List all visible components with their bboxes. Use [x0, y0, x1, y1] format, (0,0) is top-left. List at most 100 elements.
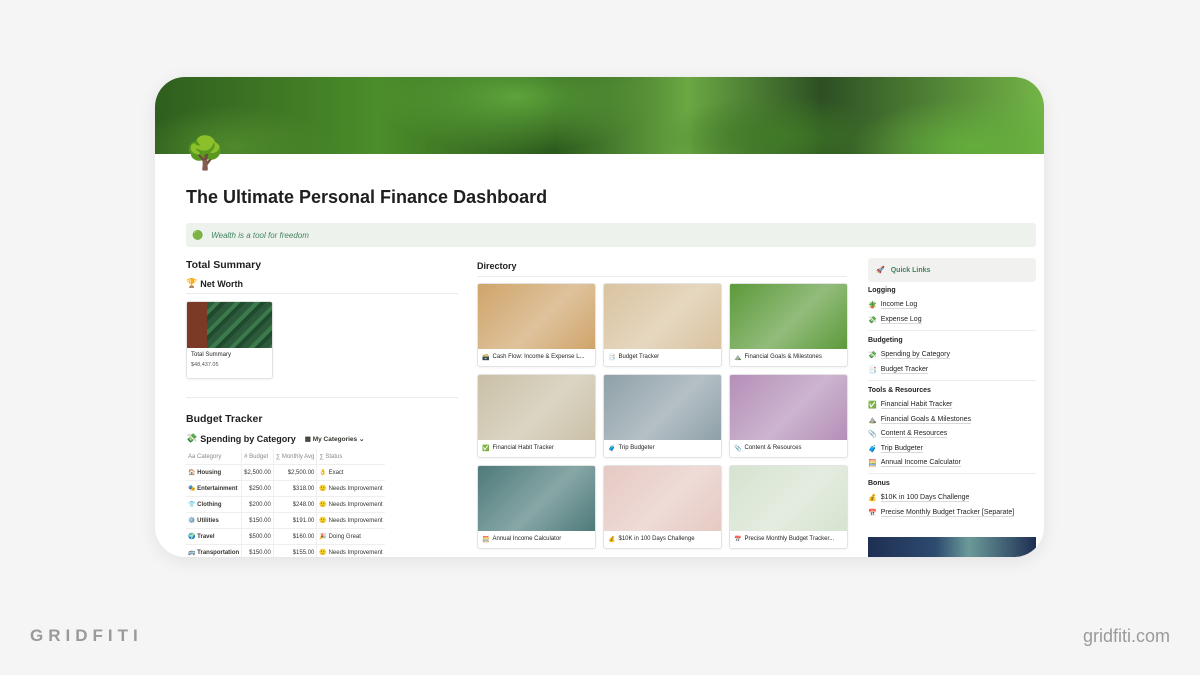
- link-text: Income Log: [880, 301, 918, 309]
- category-name: Transportation: [197, 550, 240, 556]
- link-text: $10K in 100 Days Challenge: [880, 494, 970, 502]
- callout: 🟢 Wealth is a tool for freedom: [186, 223, 1036, 247]
- link-expense-log[interactable]: 💸 Expense Log: [868, 316, 922, 324]
- globe-icon: 🌍: [188, 534, 196, 540]
- link-text: Annual Income Calculator: [880, 459, 961, 467]
- frown-icon: 🙁: [319, 550, 327, 556]
- link-content-resources[interactable]: 📎 Content & Resources: [868, 430, 948, 438]
- directory-heading: Directory: [477, 261, 517, 271]
- directory-card-10k-challenge[interactable]: 💰 $10K in 100 Days Challenge: [603, 465, 722, 549]
- divider: [186, 293, 458, 294]
- gear-icon: ⚙️: [188, 518, 196, 524]
- status-text: Needs Improvement: [328, 502, 383, 508]
- view-selector[interactable]: ▦ My Categories ⌄: [305, 435, 365, 443]
- sidebar-image: [868, 537, 1036, 557]
- group-budgeting: Budgeting: [868, 337, 903, 344]
- link-financial-goals[interactable]: ⛰️ Financial Goals & Milestones: [868, 416, 971, 424]
- column-header-category[interactable]: Aa Category: [186, 449, 242, 465]
- table-icon: ▦: [304, 435, 311, 443]
- card-cover: [604, 375, 721, 440]
- total-summary-card[interactable]: Total Summary $48,437.05: [186, 301, 273, 379]
- green-circle-icon: 🟢: [192, 229, 204, 240]
- quick-links-callout: 🚀 Quick Links: [868, 258, 1036, 282]
- directory-card-monthly-budget[interactable]: 📅 Precise Monthly Budget Tracker...: [729, 465, 848, 549]
- directory-card-cash-flow[interactable]: 🗃️ Cash Flow: Income & Expense L...: [477, 283, 596, 367]
- card-label: 🗃️ Cash Flow: Income & Expense L...: [478, 349, 595, 361]
- directory-card-habit-tracker[interactable]: ✅ Financial Habit Tracker: [477, 374, 596, 458]
- status-cell: 🙁 Needs Improvement: [316, 512, 385, 529]
- link-income-log[interactable]: 🪴 Income Log: [868, 301, 918, 309]
- card-title: Content & Resources: [744, 445, 802, 451]
- link-text: Spending by Category: [880, 351, 950, 359]
- category-cell: ⚙️ Utilities: [186, 512, 242, 529]
- money-bag-icon: 💰: [608, 537, 616, 543]
- money-wings-icon: 💸: [868, 317, 877, 324]
- category-name: Housing: [197, 470, 222, 476]
- link-habit-tracker[interactable]: ✅ Financial Habit Tracker: [868, 401, 953, 409]
- card-cover: [478, 284, 595, 349]
- avg-cell: $2,500.00: [272, 464, 317, 481]
- category-name: Entertainment: [197, 486, 238, 492]
- group-bonus: Bonus: [868, 480, 890, 487]
- column-header-monthly-avg[interactable]: ∑ Monthly Avg: [272, 449, 317, 465]
- divider: [868, 473, 1036, 474]
- directory-card-income-calculator[interactable]: 🧮 Annual Income Calculator: [477, 465, 596, 549]
- table-row[interactable]: 🏠 Housing $2,500.00 $2,500.00 👌 Exact: [186, 464, 385, 481]
- notion-page-card: 🌳 The Ultimate Personal Finance Dashboar…: [155, 77, 1044, 557]
- table-row[interactable]: 🚌 Transportation $150.00 $155.00 🙁 Needs…: [186, 544, 385, 557]
- table-header-row: Aa Category # Budget ∑ Monthly Avg ∑ Sta…: [186, 449, 385, 465]
- category-name: Clothing: [197, 502, 222, 508]
- link-text: Financial Goals & Milestones: [880, 416, 971, 424]
- card-label: 📎 Content & Resources: [730, 440, 847, 452]
- status-cell: 🙁 Needs Improvement: [316, 496, 385, 513]
- status-text: Doing Great: [328, 534, 361, 540]
- link-text: Trip Budgeter: [880, 445, 923, 453]
- table-row[interactable]: 🌍 Travel $500.00 $160.00 🎉 Doing Great: [186, 528, 385, 545]
- card-label: 📅 Precise Monthly Budget Tracker...: [730, 531, 847, 543]
- directory-card-financial-goals[interactable]: ⛰️ Financial Goals & Milestones: [729, 283, 848, 367]
- table-row[interactable]: ⚙️ Utilities $150.00 $191.00 🙁 Needs Imp…: [186, 512, 385, 529]
- paperclip-icon: 📎: [868, 431, 877, 438]
- divider: [868, 330, 1036, 331]
- link-monthly-budget-tracker[interactable]: 📅 Precise Monthly Budget Tracker [Separat…: [868, 509, 1015, 517]
- mountain-icon: ⛰️: [734, 355, 742, 361]
- cover-image: [155, 77, 1044, 154]
- table-row[interactable]: 👕 Clothing $200.00 $248.00 🙁 Needs Impro…: [186, 496, 385, 513]
- link-text: Financial Habit Tracker: [880, 401, 953, 409]
- card-label: ✅ Financial Habit Tracker: [478, 440, 595, 452]
- directory-card-trip-budgeter[interactable]: 🧳 Trip Budgeter: [603, 374, 722, 458]
- rocket-icon: 🚀: [876, 267, 885, 274]
- link-10k-challenge[interactable]: 💰 $10K in 100 Days Challenge: [868, 494, 970, 502]
- card-title: Trip Budgeter: [618, 445, 655, 451]
- link-budget-tracker[interactable]: 📑 Budget Tracker: [868, 366, 929, 374]
- card-cover: [730, 466, 847, 531]
- potted-plant-icon: 🪴: [868, 302, 877, 309]
- card-box-icon: 🗃️: [482, 355, 490, 361]
- link-income-calculator[interactable]: 🧮 Annual Income Calculator: [868, 459, 961, 467]
- card-title: $10K in 100 Days Challenge: [618, 536, 695, 542]
- directory-card-content-resources[interactable]: 📎 Content & Resources: [729, 374, 848, 458]
- page-title: The Ultimate Personal Finance Dashboard: [186, 187, 548, 207]
- money-icon: 💸: [186, 433, 198, 443]
- card-label: 💰 $10K in 100 Days Challenge: [604, 531, 721, 543]
- budget-cell: $150.00: [241, 544, 274, 557]
- link-trip-budgeter[interactable]: 🧳 Trip Budgeter: [868, 445, 923, 453]
- directory-card-budget-tracker[interactable]: 📑 Budget Tracker: [603, 283, 722, 367]
- category-cell: 👕 Clothing: [186, 496, 242, 513]
- card-label: 🧳 Trip Budgeter: [604, 440, 721, 452]
- budget-cell: $150.00: [241, 512, 274, 529]
- column-header-budget[interactable]: # Budget: [241, 449, 274, 465]
- theater-icon: 🎭: [188, 486, 196, 492]
- table-row[interactable]: 🎭 Entertainment $250.00 $318.00 🙁 Needs …: [186, 480, 385, 497]
- status-cell: 👌 Exact: [316, 464, 385, 481]
- category-cell: 🚌 Transportation: [186, 544, 242, 557]
- money-bag-icon: 💰: [868, 495, 877, 502]
- group-tools-resources: Tools & Resources: [868, 387, 931, 394]
- status-text: Needs Improvement: [328, 550, 383, 556]
- calendar-icon: 📅: [868, 510, 877, 517]
- avg-cell: $155.00: [272, 544, 317, 557]
- net-worth-heading: 🏆 Net Worth: [186, 278, 243, 289]
- column-header-status[interactable]: ∑ Status: [316, 449, 385, 465]
- budget-cell: $2,500.00: [241, 464, 274, 481]
- link-spending-by-category[interactable]: 💸 Spending by Category: [868, 351, 950, 359]
